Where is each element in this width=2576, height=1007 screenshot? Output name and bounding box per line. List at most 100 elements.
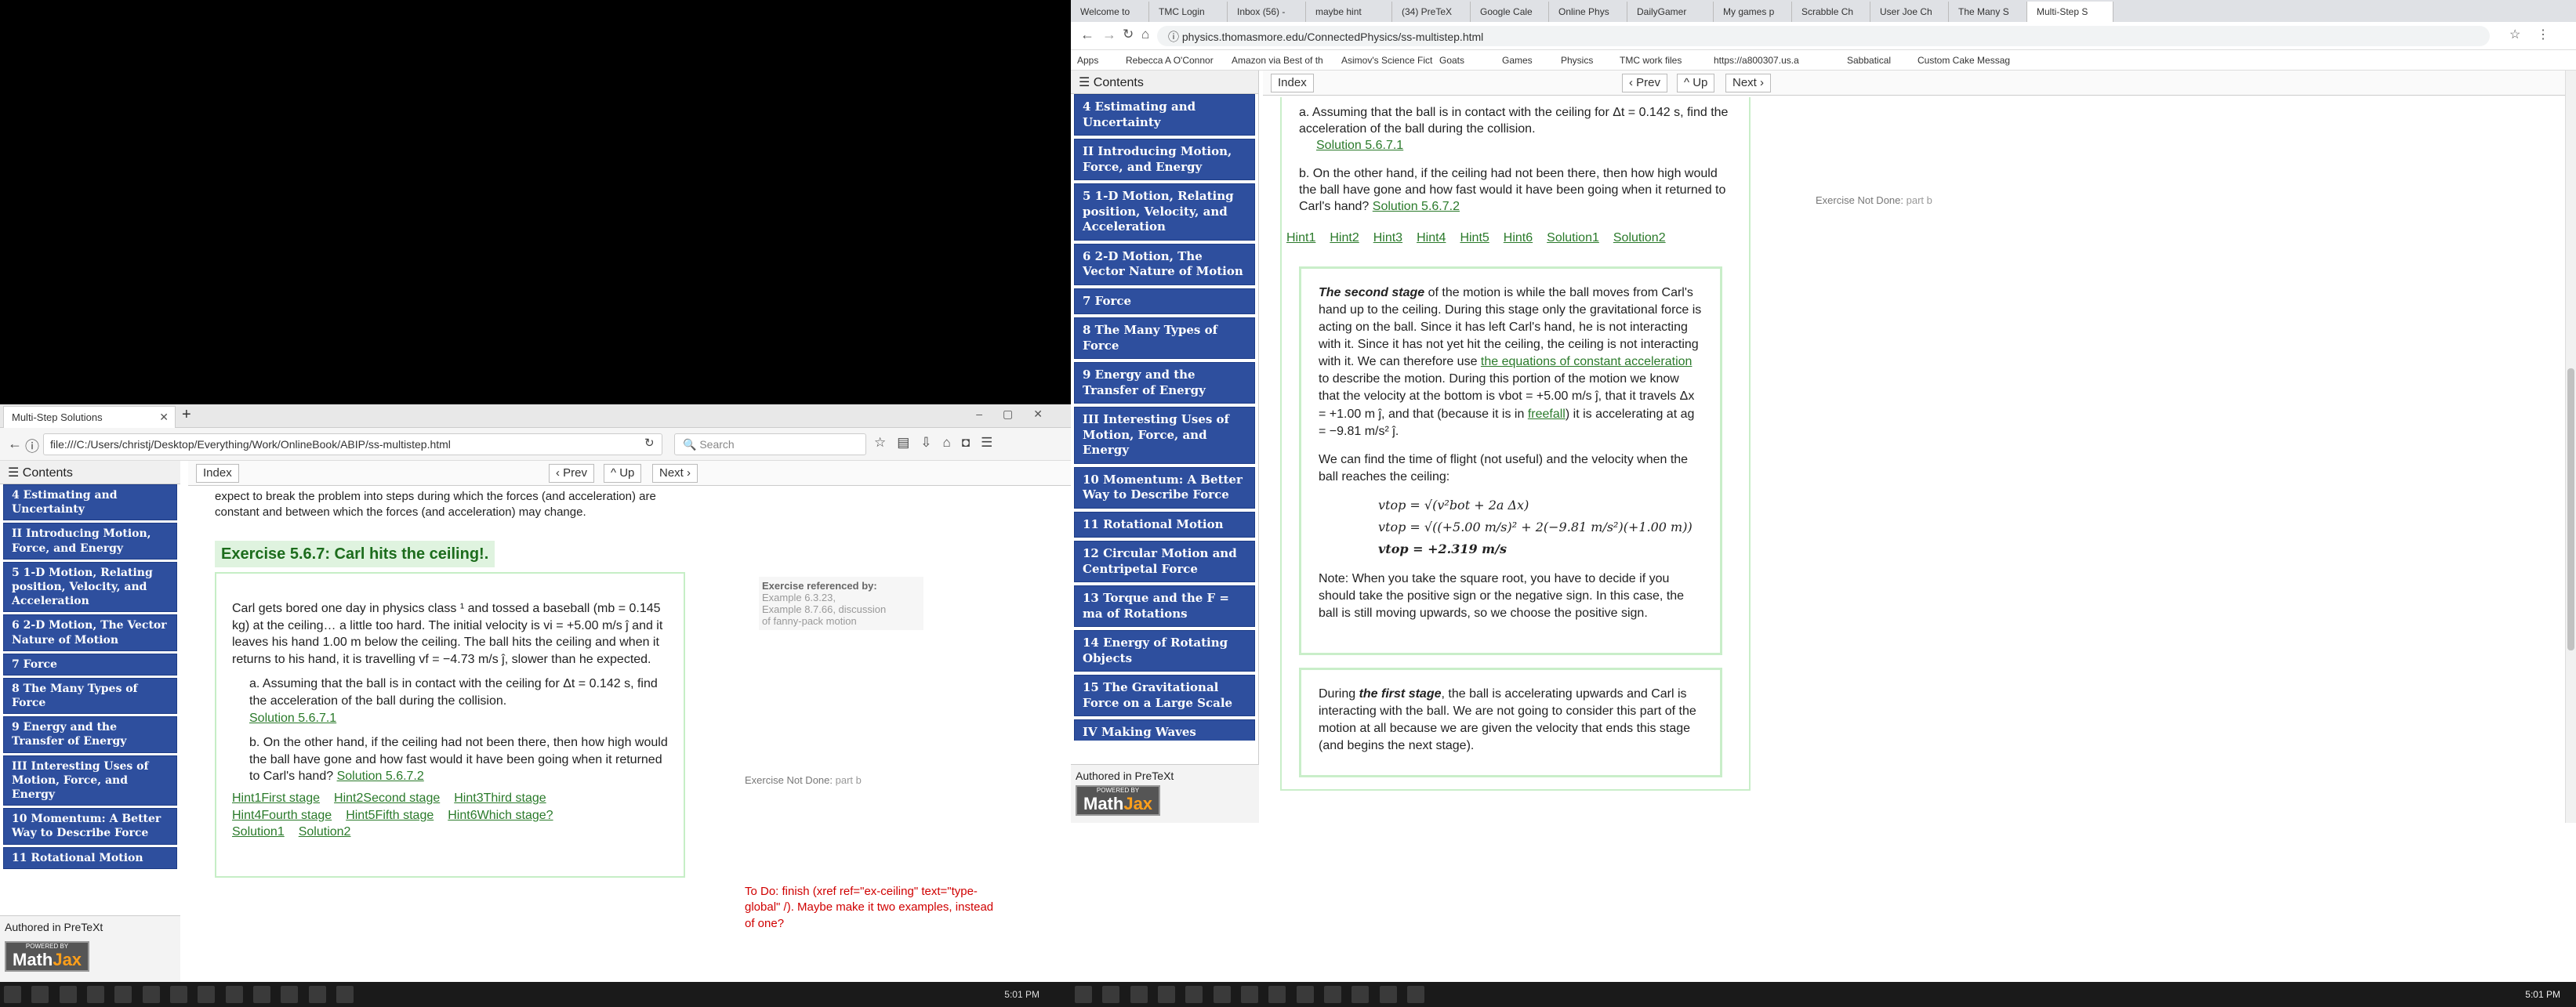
scrollbar[interactable]: [2565, 71, 2576, 823]
bookmark-item[interactable]: Rebecca A O'Connor: [1126, 55, 1214, 66]
toc-item[interactable]: 9 Energy and the Transfer of Energy: [3, 716, 177, 753]
next-button[interactable]: Next ›: [652, 464, 698, 483]
bookmark-item[interactable]: Physics: [1561, 55, 1593, 66]
bookmark-star-icon[interactable]: ☆: [2509, 27, 2520, 42]
hint-link[interactable]: Solution2: [299, 824, 351, 841]
freefall-link[interactable]: freefall: [1528, 408, 1566, 421]
app-icon[interactable]: [1268, 986, 1286, 1003]
bookmark-item[interactable]: Custom Cake Messag: [1917, 55, 2010, 66]
mathjax-logo[interactable]: POWERED BY MathJax: [1076, 785, 1161, 816]
browser-tab[interactable]: Inbox (56) -: [1228, 2, 1306, 22]
url-bar[interactable]: file:///C:/Users/christj/Desktop/Everyth…: [43, 433, 662, 455]
hint-link[interactable]: Hint2: [1330, 230, 1359, 247]
bookmark-item[interactable]: Apps: [1077, 55, 1098, 66]
browser-tab[interactable]: Google Cale: [1471, 2, 1549, 22]
browser-tab[interactable]: DailyGamer: [1627, 2, 1714, 22]
hint-link[interactable]: Hint1: [1286, 230, 1315, 247]
bookmark-item[interactable]: Games: [1502, 55, 1533, 66]
toc-item[interactable]: 15 The Gravitational Force on a Large Sc…: [1074, 675, 1255, 716]
toc-item[interactable]: 11 Rotational Motion: [3, 846, 177, 869]
back-icon[interactable]: ←: [1080, 27, 1094, 43]
hint-link[interactable]: Hint5Fifth stage: [346, 807, 434, 824]
app-icon[interactable]: [198, 986, 216, 1003]
toc-item[interactable]: 8 The Many Types of Force: [1074, 317, 1255, 359]
hint-link[interactable]: Solution1: [232, 824, 285, 841]
toc-item[interactable]: 7 Force: [3, 653, 177, 676]
toc-item[interactable]: 6 2-D Motion, The Vector Nature of Motio…: [1074, 243, 1255, 285]
window-controls[interactable]: –▢✕: [976, 408, 1063, 421]
app-icon[interactable]: [1185, 986, 1203, 1003]
toc-item[interactable]: 5 1-D Motion, Relating position, Velocit…: [1074, 183, 1255, 241]
solution-b-link[interactable]: Solution 5.6.7.2: [1373, 200, 1460, 213]
browser-tab[interactable]: My games p: [1714, 2, 1792, 22]
reload-icon[interactable]: ↻: [644, 436, 655, 450]
browser-tab[interactable]: Multi-Step S: [2027, 2, 2113, 22]
toc-item[interactable]: 6 2-D Motion, The Vector Nature of Motio…: [3, 614, 177, 651]
referenced-by-item[interactable]: Example 6.3.23,: [762, 592, 920, 603]
taskview-icon[interactable]: [59, 986, 77, 1003]
search-input[interactable]: 🔍 Search: [674, 433, 866, 455]
home-icon[interactable]: ⌂: [1141, 27, 1149, 42]
new-tab-icon[interactable]: +: [182, 406, 191, 424]
index-button[interactable]: Index: [196, 464, 239, 483]
hint-link[interactable]: Hint1First stage: [232, 790, 320, 807]
bookmark-item[interactable]: Goats: [1439, 55, 1464, 66]
search-icon[interactable]: [31, 986, 49, 1003]
address-bar[interactable]: ⓘ physics.thomasmore.edu/ConnectedPhysic…: [1157, 26, 2490, 46]
excel-icon[interactable]: [1324, 986, 1342, 1003]
explorer-icon[interactable]: [1158, 986, 1176, 1003]
solution-b-link[interactable]: Solution 5.6.7.2: [337, 770, 424, 783]
up-button[interactable]: ^ Up: [1677, 74, 1715, 92]
hint-link[interactable]: Hint3Third stage: [454, 790, 546, 807]
browser-tab[interactable]: Welcome to: [1071, 2, 1149, 22]
toc-item[interactable]: 4 Estimating and Uncertainty: [1074, 94, 1255, 136]
menu-icon[interactable]: ⋮: [2537, 27, 2549, 42]
search-icon[interactable]: [1102, 986, 1120, 1003]
app-icon[interactable]: [1379, 986, 1397, 1003]
edge-icon[interactable]: [336, 986, 354, 1003]
start-icon[interactable]: [4, 986, 21, 1003]
index-button[interactable]: Index: [1271, 74, 1314, 92]
toc-item[interactable]: 10 Momentum: A Better Way to Describe Fo…: [1074, 466, 1255, 509]
solution-a-link[interactable]: Solution 5.6.7.1: [249, 712, 336, 725]
forward-icon[interactable]: →: [1102, 27, 1116, 43]
reload-icon[interactable]: ↻: [1123, 27, 1134, 42]
bookmark-item[interactable]: https://a800307.us.a: [1714, 55, 1799, 66]
hint-link[interactable]: Hint6: [1504, 230, 1533, 247]
excel-icon[interactable]: [253, 986, 271, 1003]
next-button[interactable]: Next ›: [1725, 74, 1772, 92]
prev-button[interactable]: ‹ Prev: [549, 464, 595, 483]
toc-item[interactable]: 4 Estimating and Uncertainty: [3, 484, 177, 521]
toc-item[interactable]: IV Making Waves: [1074, 719, 1255, 741]
hint-link[interactable]: Hint5: [1460, 230, 1489, 247]
word-icon[interactable]: [1351, 986, 1370, 1003]
bookmark-item[interactable]: Amazon via Best of th: [1232, 55, 1323, 66]
app-icon[interactable]: [114, 986, 132, 1003]
toc-item[interactable]: 14 Energy of Rotating Objects: [1074, 630, 1255, 672]
explorer-icon[interactable]: [87, 986, 105, 1003]
chrome-icon[interactable]: [1213, 986, 1231, 1003]
hint-link[interactable]: Hint2Second stage: [334, 790, 440, 807]
bookmark-item[interactable]: Asimov's Science Fict: [1341, 55, 1432, 66]
toc-item[interactable]: 8 The Many Types of Force: [3, 677, 177, 715]
toolbar-icons[interactable]: ☆▤⇩⌂◘☰: [874, 435, 1003, 451]
hint-link[interactable]: Hint4Fourth stage: [232, 807, 332, 824]
toc-item[interactable]: 9 Energy and the Transfer of Energy: [1074, 362, 1255, 404]
browser-tab[interactable]: Online Phys: [1549, 2, 1627, 22]
edge-icon[interactable]: [1407, 986, 1425, 1003]
toc-item[interactable]: 5 1-D Motion, Relating position, Velocit…: [3, 561, 177, 613]
mathjax-logo[interactable]: POWERED BY MathJax: [5, 941, 90, 972]
toc-item[interactable]: 13 Torque and the F = ma of Rotations: [1074, 585, 1255, 627]
browser-tab[interactable]: (34) PreTeX: [1392, 2, 1471, 22]
prev-button[interactable]: ‹ Prev: [1622, 74, 1668, 92]
firefox-icon[interactable]: [1296, 986, 1314, 1003]
app-icon[interactable]: [308, 986, 326, 1003]
browser-tab[interactable]: Scrabble Ch: [1792, 2, 1870, 22]
chrome-icon[interactable]: [142, 986, 160, 1003]
toc-item[interactable]: III Interesting Uses of Motion, Force, a…: [3, 755, 177, 806]
referenced-by-item[interactable]: Example 8.7.66, discussion: [762, 603, 920, 615]
toc-item[interactable]: II Introducing Motion, Force, and Energy: [3, 523, 177, 560]
hint-link[interactable]: Solution2: [1613, 230, 1666, 247]
referenced-by-item[interactable]: of fanny-pack motion: [762, 615, 920, 627]
toc-item[interactable]: 7 Force: [1074, 288, 1255, 314]
